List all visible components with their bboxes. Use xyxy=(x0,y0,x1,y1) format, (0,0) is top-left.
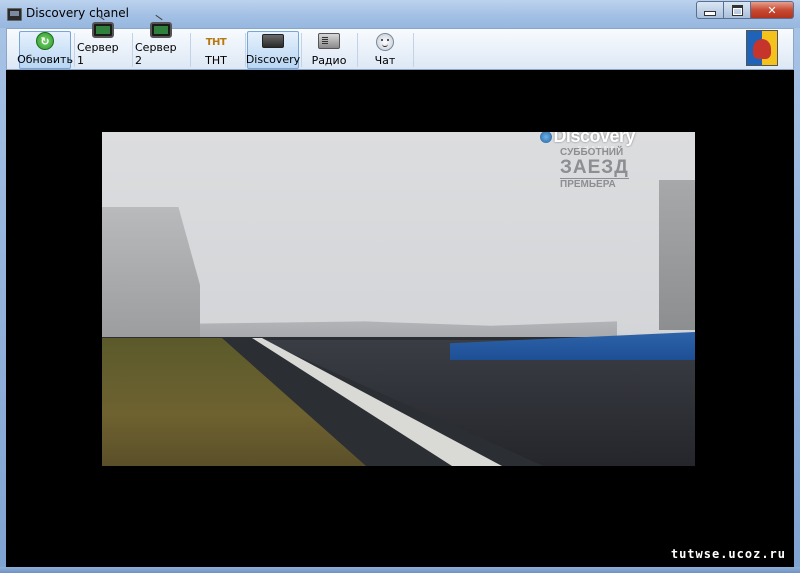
radio-button[interactable]: Радио xyxy=(303,31,355,69)
refresh-icon: ↻ xyxy=(36,32,54,50)
server-1-label: Сервер 1 xyxy=(77,41,119,67)
app-tv-icon[interactable] xyxy=(7,8,22,21)
channel-logo-text: Discovery xyxy=(553,132,635,146)
server-1-button[interactable]: Сервер 1 xyxy=(77,22,129,69)
title-bar[interactable]: Discovery chanel ✕ xyxy=(0,0,800,28)
window-title: Discovery chanel xyxy=(26,6,129,20)
minimize-icon xyxy=(704,10,716,16)
show-title-overlay: СУББОТНИЙ ЗАЕЗД ПРЕМЬЕРА xyxy=(560,148,629,190)
tv-icon xyxy=(92,22,114,38)
maximize-icon xyxy=(731,4,743,16)
refresh-label: Обновить xyxy=(17,53,73,66)
tv-icon xyxy=(150,22,172,38)
tnt-button[interactable]: ТНТ ТНТ xyxy=(190,31,242,69)
tnt-logo-icon: ТНТ xyxy=(205,36,227,48)
window-bottom-border xyxy=(0,567,800,573)
site-watermark: tutwse.ucoz.ru xyxy=(670,547,786,561)
close-icon: ✕ xyxy=(767,3,777,17)
radio-label: Радио xyxy=(311,54,347,67)
toolbar-divider xyxy=(413,33,414,67)
server-2-button[interactable]: Сервер 2 xyxy=(135,22,187,69)
toolbar-divider xyxy=(74,33,75,67)
toolbar-divider xyxy=(301,33,302,67)
radio-icon xyxy=(318,33,340,49)
app-logo xyxy=(746,30,778,66)
show-title-line-2: ЗАЕЗД xyxy=(560,157,629,178)
window-controls: ✕ xyxy=(696,1,794,19)
close-button[interactable]: ✕ xyxy=(750,1,794,19)
video-frame[interactable]: Discovery CHANNEL СУББОТНИЙ ЗАЕЗД ПРЕМЬЕ… xyxy=(102,132,695,466)
chat-smiley-icon xyxy=(376,33,394,51)
video-area[interactable]: Discovery CHANNEL СУББОТНИЙ ЗАЕЗД ПРЕМЬЕ… xyxy=(6,70,794,567)
toolbar: ↻ Обновить Сервер 1 Сервер 2 ТНТ ТНТ Dis… xyxy=(6,22,794,70)
chat-button[interactable]: Чат xyxy=(359,31,411,69)
grandstand-left xyxy=(102,207,200,337)
app-window: Discovery chanel ✕ ↻ Обновить Сервер 1 С… xyxy=(0,0,800,573)
discovery-label: Discovery xyxy=(245,53,301,66)
grandstand-right xyxy=(659,180,695,330)
discovery-channel-logo: Discovery xyxy=(540,132,635,147)
refresh-button[interactable]: ↻ Обновить xyxy=(17,31,73,69)
minimize-button[interactable] xyxy=(696,1,723,19)
maximize-button[interactable] xyxy=(723,1,750,19)
globe-icon xyxy=(540,132,553,143)
toolbar-divider xyxy=(357,33,358,67)
distant-buildings xyxy=(197,321,617,339)
show-title-line-3: ПРЕМЬЕРА xyxy=(560,178,629,190)
chat-label: Чат xyxy=(374,54,396,67)
discovery-button[interactable]: Discovery xyxy=(245,31,301,69)
server-2-label: Сервер 2 xyxy=(135,41,177,67)
toolbar-divider xyxy=(132,33,133,67)
tnt-label: ТНТ xyxy=(205,54,227,67)
discovery-tv-icon xyxy=(262,34,284,48)
